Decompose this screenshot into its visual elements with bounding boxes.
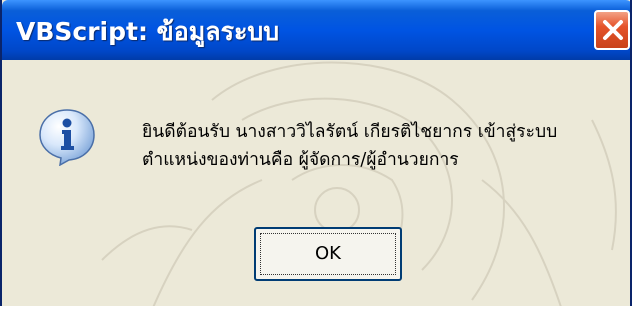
close-button[interactable] <box>594 10 630 50</box>
message-line-1: ยินดีต้อนรับ นางสาววิไลรัตน์ เกียรติไชยา… <box>142 122 558 142</box>
message-line-2: ตำแหน่งของท่านคือ ผู้จัดการ/ผู้อำนวยการ <box>142 150 459 170</box>
message-dialog: VBScript: ข้อมูลระบบ ยินดีต้อนรับ นางสาว… <box>0 0 632 313</box>
message-text: ยินดีต้อนรับ นางสาววิไลรัตน์ เกียรติไชยา… <box>142 118 557 174</box>
title-bar[interactable]: VBScript: ข้อมูลระบบ <box>2 0 630 60</box>
page-bottom-edge <box>0 306 632 313</box>
information-icon <box>39 109 95 166</box>
close-icon <box>603 20 623 40</box>
focus-rectangle <box>260 233 396 275</box>
ok-button[interactable]: OK <box>254 227 402 281</box>
window-title: VBScript: ข้อมูลระบบ <box>16 17 280 46</box>
